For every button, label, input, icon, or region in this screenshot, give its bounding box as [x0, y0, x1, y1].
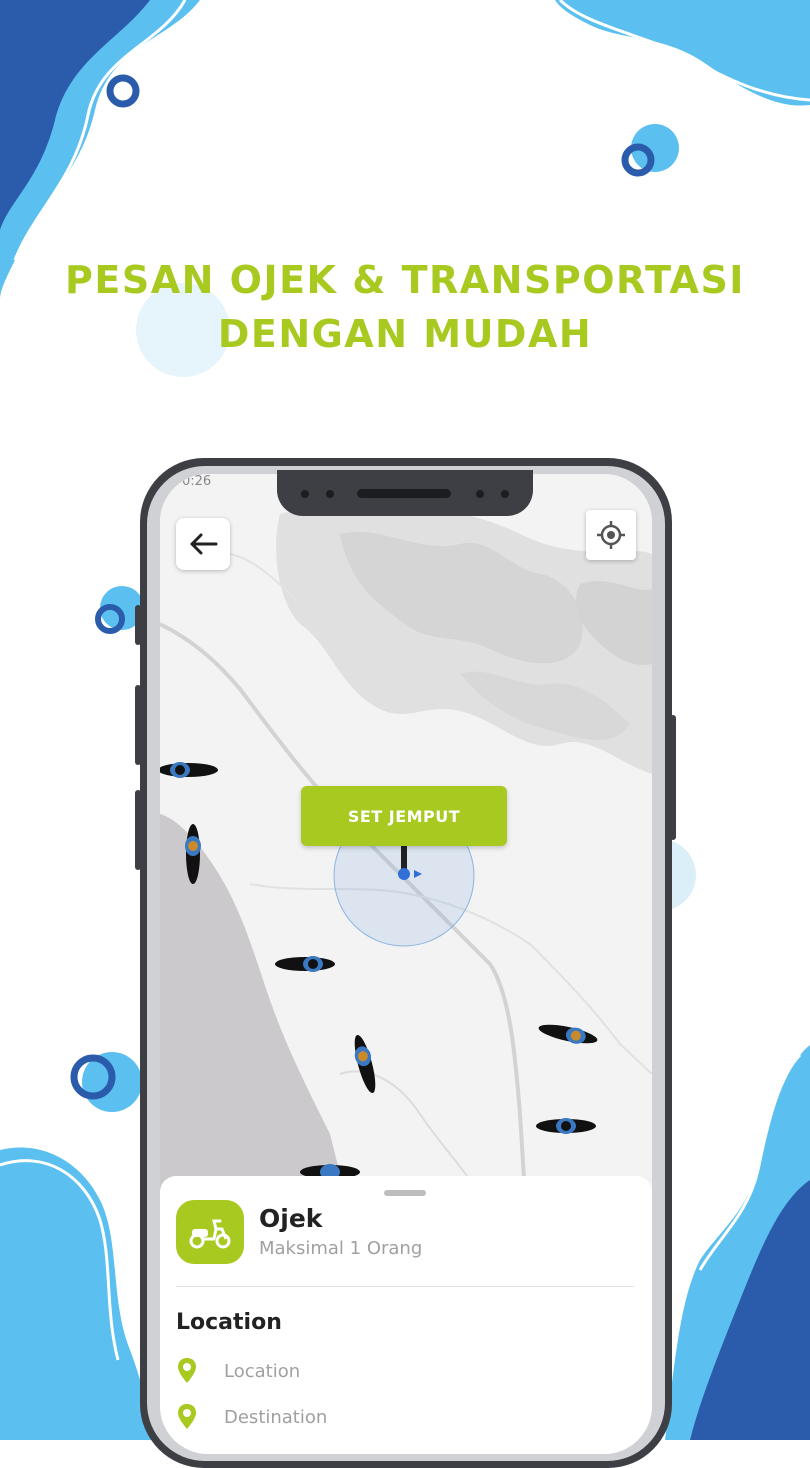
pickup-location-placeholder: Location [224, 1360, 301, 1382]
scooter-icon [189, 1219, 231, 1249]
destination-field[interactable]: Destination [176, 1402, 576, 1432]
sheet-drag-handle[interactable] [384, 1190, 426, 1196]
divider [176, 1286, 634, 1287]
service-name: Ojek [259, 1204, 323, 1233]
set-pickup-button[interactable]: SET JEMPUT [301, 786, 507, 846]
notch-sensors [301, 489, 509, 498]
service-capacity: Maksimal 1 Orang [259, 1238, 423, 1259]
location-heading: Location [176, 1310, 282, 1335]
app-screen: 0:26 SET JEMPUT Ojek Maksimal 1 Orang Lo… [160, 474, 652, 1454]
map-pin-icon [178, 1404, 196, 1429]
service-icon [176, 1200, 244, 1264]
crosshair-icon [597, 521, 625, 549]
pickup-location-field[interactable]: Location [176, 1356, 576, 1386]
bottom-sheet: Ojek Maksimal 1 Orang Location Location … [160, 1176, 652, 1454]
phone-notch [277, 470, 533, 516]
status-bar-time: 0:26 [182, 474, 212, 489]
back-button[interactable] [176, 518, 230, 570]
my-location-button[interactable] [586, 510, 636, 560]
headline-line-1: PESAN OJEK & TRANSPORTASI [65, 258, 745, 302]
arrow-left-icon [190, 533, 218, 555]
headline-line-2: DENGAN MUDAH [217, 312, 593, 356]
destination-placeholder: Destination [224, 1406, 328, 1428]
map-pin-icon [178, 1358, 196, 1383]
